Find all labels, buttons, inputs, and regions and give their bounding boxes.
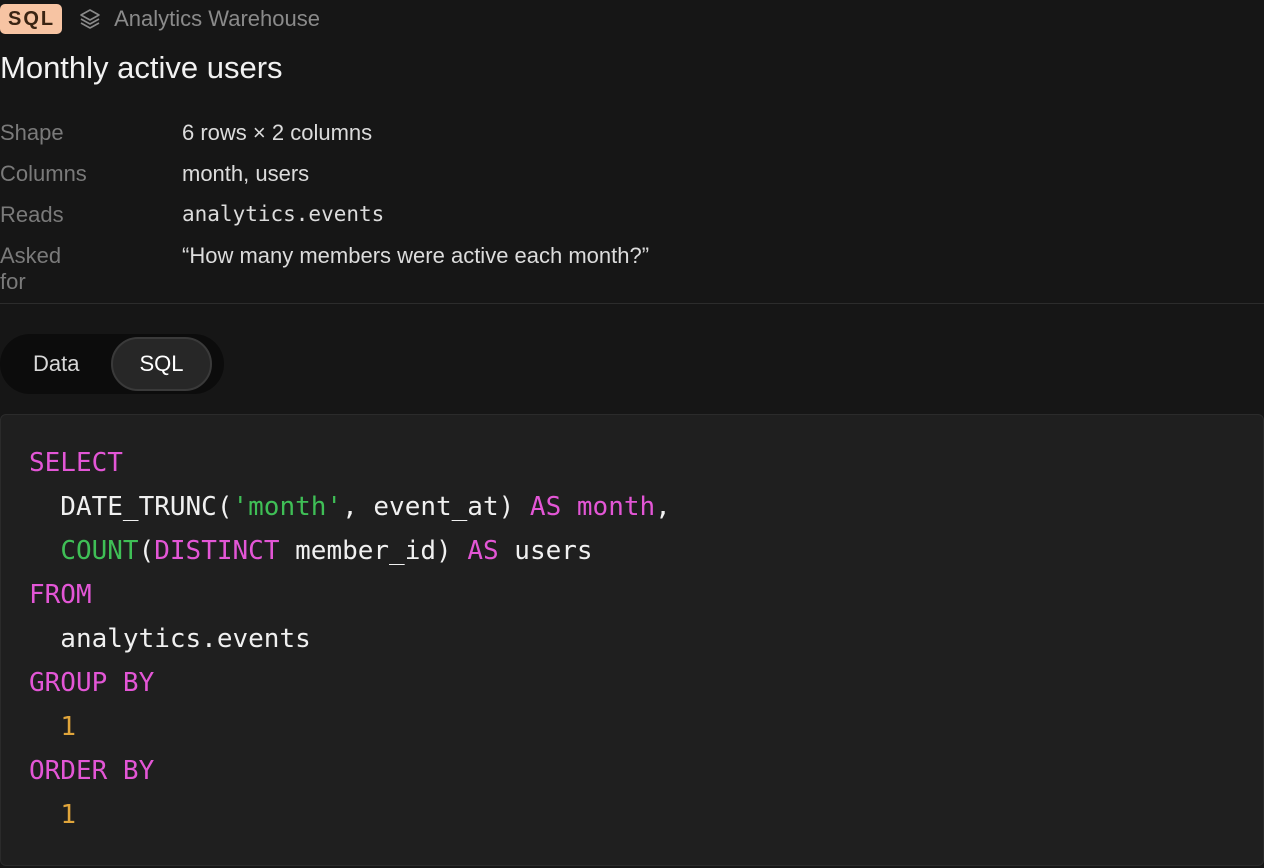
code-line: GROUP BY xyxy=(29,661,671,705)
code-token: DISTINCT xyxy=(154,536,280,566)
sql-code: SELECT DATE_TRUNC('month', event_at) AS … xyxy=(29,441,671,837)
view-toggle: Data SQL xyxy=(0,334,224,394)
code-token: ( xyxy=(138,536,155,566)
meta-label: Asked for xyxy=(0,243,62,294)
sql-badge: SQL xyxy=(0,4,63,34)
layers-icon xyxy=(76,5,104,33)
code-line: SELECT xyxy=(29,441,671,485)
meta-label: Columns xyxy=(0,161,87,186)
meta-label: Shape xyxy=(0,120,64,145)
code-token: , event_at) xyxy=(342,492,530,522)
meta-value: 6 rows × 2 columns xyxy=(182,120,373,145)
code-token: member_id) xyxy=(279,536,468,566)
code-token: ORDER BY xyxy=(29,756,155,786)
code-token: 1 xyxy=(60,712,76,742)
query-detail-page: SQL Analytics Warehouse Monthly active u… xyxy=(0,0,1264,868)
code-token: 1 xyxy=(60,800,76,830)
code-token: users xyxy=(498,536,593,566)
code-token: FROM xyxy=(29,580,92,610)
code-token: month xyxy=(576,492,656,522)
code-token: GROUP BY xyxy=(29,668,155,698)
sql-code-panel[interactable]: SELECT DATE_TRUNC('month', event_at) AS … xyxy=(0,414,1264,866)
code-token: analytics.events xyxy=(29,624,311,654)
section-divider xyxy=(0,303,1264,304)
code-line: DATE_TRUNC('month', event_at) AS month, xyxy=(29,485,671,529)
meta-label: Reads xyxy=(0,202,64,227)
source-bar: SQL Analytics Warehouse xyxy=(0,3,320,35)
code-line: 1 xyxy=(29,793,671,837)
code-line: COUNT(DISTINCT member_id) AS users xyxy=(29,529,671,573)
code-token: AS xyxy=(529,492,562,522)
code-line: 1 xyxy=(29,705,671,749)
code-token: SELECT xyxy=(29,448,123,478)
code-token: 'month' xyxy=(232,492,343,522)
code-line: ORDER BY xyxy=(29,749,671,793)
code-token: AS xyxy=(467,536,499,566)
meta-value: analytics.events xyxy=(182,202,385,226)
code-token: COUNT xyxy=(60,536,139,566)
source-name: Analytics Warehouse xyxy=(114,6,320,31)
code-token: DATE_TRUNC( xyxy=(29,492,233,522)
meta-value: month, users xyxy=(182,161,310,186)
code-token: , xyxy=(655,492,671,522)
tab-sql[interactable]: SQL xyxy=(111,337,212,391)
meta-value: “How many members were active each month… xyxy=(182,243,650,268)
code-line: analytics.events xyxy=(29,617,671,661)
page-title: Monthly active users xyxy=(0,50,283,85)
code-line: FROM xyxy=(29,573,671,617)
tab-data[interactable]: Data xyxy=(3,337,109,391)
